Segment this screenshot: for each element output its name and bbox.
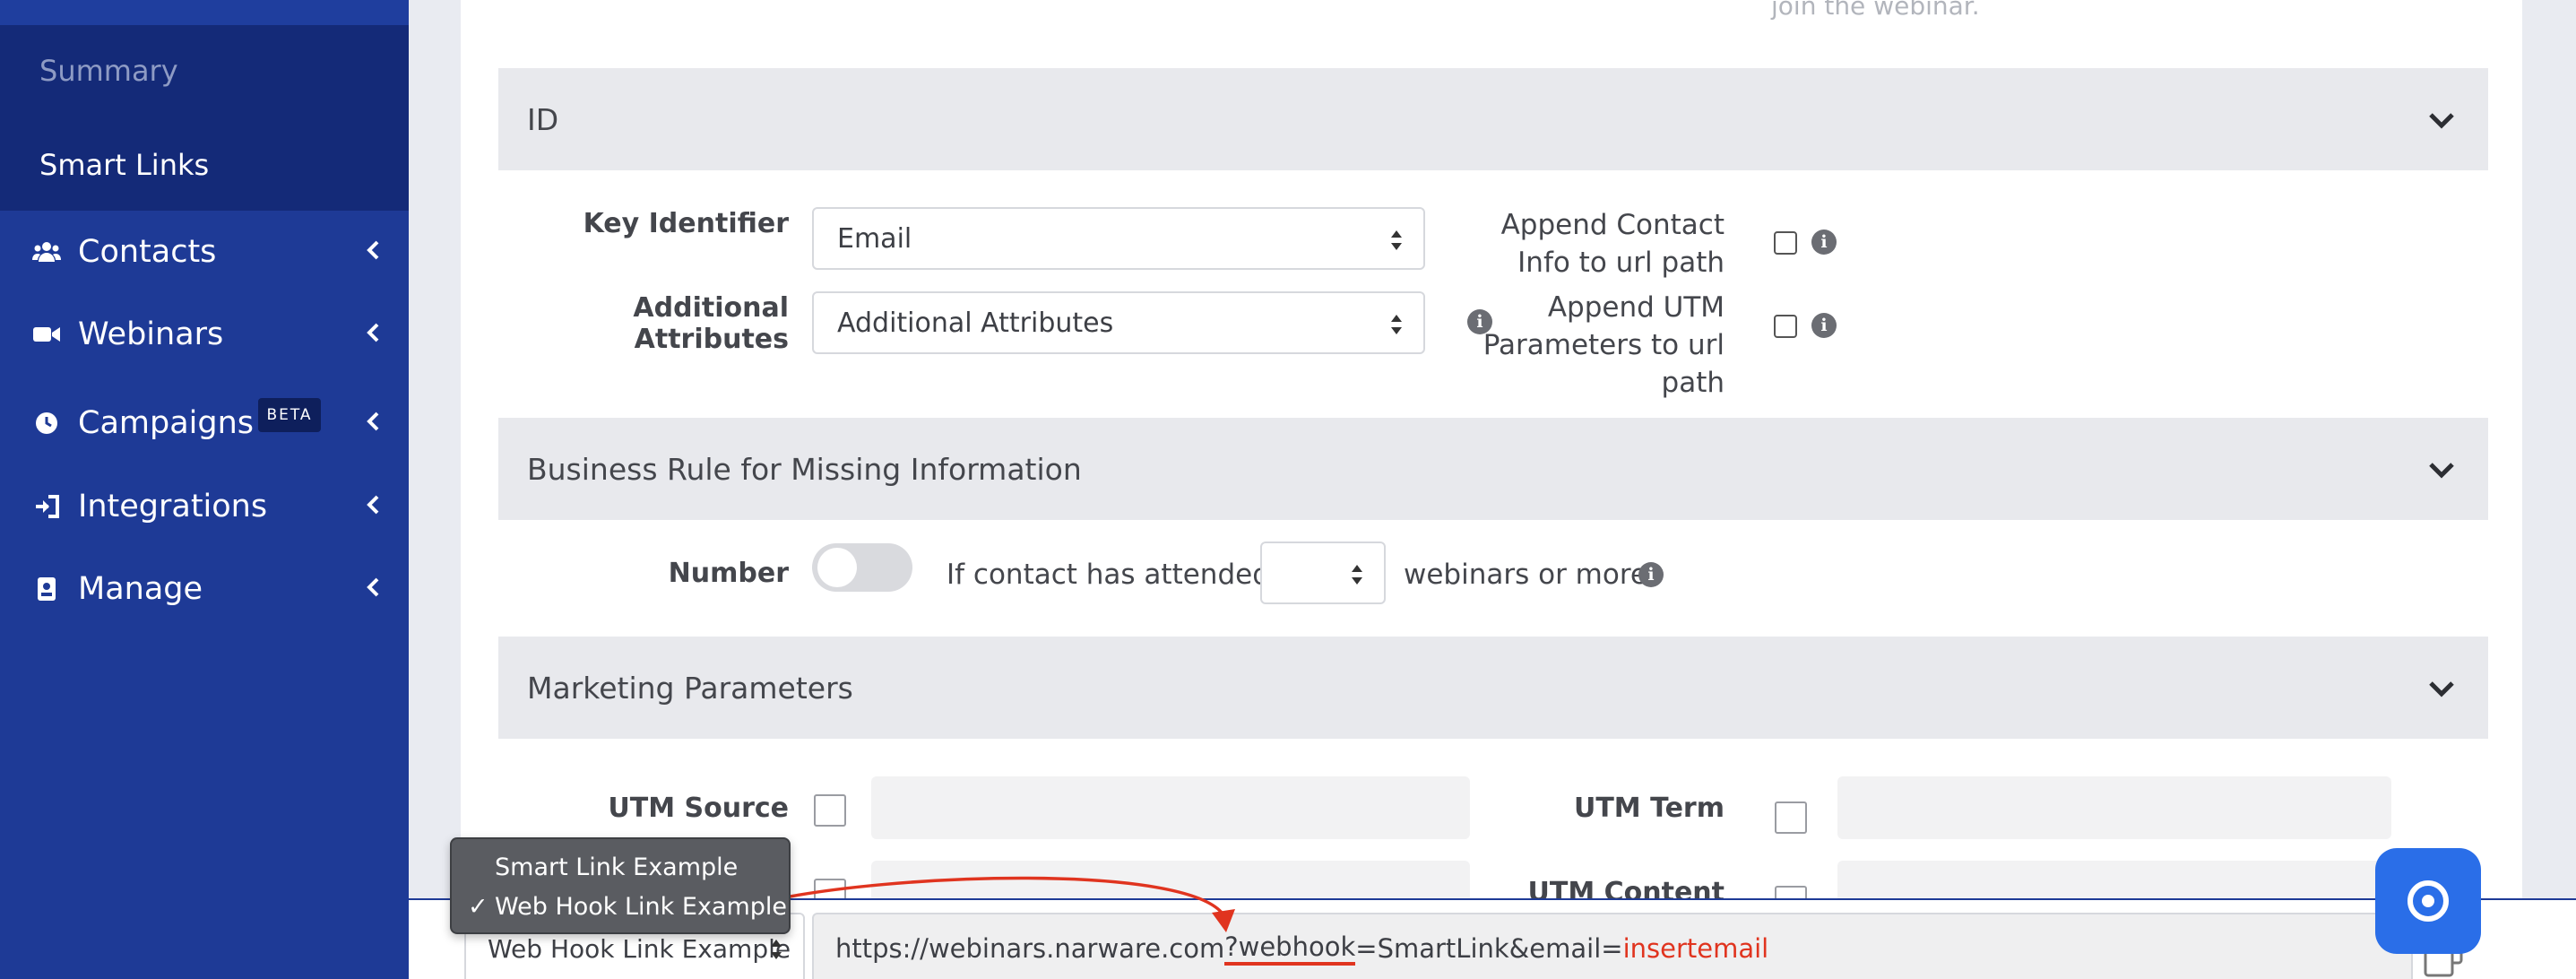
chevron-down-icon	[2429, 463, 2454, 479]
info-icon[interactable]: i	[1638, 562, 1664, 587]
chat-icon	[2407, 880, 2449, 922]
users-icon	[32, 238, 61, 266]
url-middle: =SmartLink&email=	[1355, 933, 1623, 964]
chevron-down-icon	[2429, 113, 2454, 129]
append-utm-label: Append UTM Parameters to url path	[1482, 291, 1725, 399]
key-identifier-label: Key Identifier	[583, 208, 789, 239]
beta-badge: BETA	[258, 398, 321, 432]
section-title: ID	[527, 101, 559, 137]
sidebar-item-label: Campaigns	[78, 405, 255, 441]
toggle-knob	[817, 548, 857, 587]
chevron-left-icon	[366, 237, 380, 268]
sidebar-subitem-summary[interactable]: Summary	[39, 54, 178, 88]
sidebar-item-manage[interactable]: Manage	[0, 553, 409, 625]
sidebar-subitem-smart-links[interactable]: Smart Links	[39, 148, 209, 182]
url-insert-email: insertemail	[1622, 933, 1769, 964]
select-arrows-icon	[1391, 230, 1402, 250]
chat-support-button[interactable]	[2375, 848, 2481, 954]
append-contact-checkbox[interactable]	[1774, 231, 1797, 255]
section-title: Business Rule for Missing Information	[527, 451, 1082, 487]
key-identifier-value: Email	[837, 222, 912, 255]
additional-attributes-select[interactable]: Additional Attributes	[812, 291, 1425, 354]
chevron-left-icon	[366, 574, 380, 605]
additional-attributes-value: Additional Attributes	[837, 307, 1114, 339]
chevron-left-icon	[366, 319, 380, 351]
sidebar: Summary Smart Links Contacts Webinars Ca…	[0, 0, 409, 979]
info-icon[interactable]: i	[1811, 230, 1837, 255]
section-id-header[interactable]: ID	[498, 68, 2488, 170]
chevron-left-icon	[366, 408, 380, 439]
chevron-down-icon	[2429, 681, 2454, 697]
example-type-dropdown-menu: Smart Link Example ✓ Web Hook Link Examp…	[450, 837, 791, 934]
sidebar-item-label: Integrations	[78, 489, 268, 524]
attended-text: If contact has attended	[947, 559, 1270, 591]
id-badge-icon	[32, 575, 61, 603]
dropdown-option-web-hook[interactable]: Web Hook Link Example	[495, 893, 787, 921]
key-identifier-select[interactable]: Email	[812, 207, 1425, 270]
chevron-left-icon	[366, 491, 380, 523]
append-contact-label: Append Contact Info to url path	[1500, 209, 1725, 279]
utm-source-checkbox[interactable]	[814, 794, 846, 827]
select-arrows-icon	[1391, 315, 1402, 334]
number-label: Number	[668, 558, 789, 589]
section-business-rule-header[interactable]: Business Rule for Missing Information	[498, 418, 2488, 520]
dropdown-option-smart-link[interactable]: Smart Link Example	[495, 853, 738, 881]
additional-attributes-label: Additional Attributes	[633, 292, 789, 355]
clock-icon	[32, 409, 61, 438]
webinars-or-more-text: webinars or more.	[1404, 559, 1656, 591]
checkmark-icon: ✓	[468, 893, 488, 921]
webinar-count-select[interactable]	[1260, 541, 1386, 604]
annotation-arrow	[763, 876, 1235, 932]
utm-term-label: UTM Term	[1573, 793, 1725, 824]
sidebar-item-webinars[interactable]: Webinars	[0, 299, 409, 370]
info-icon[interactable]: i	[1811, 313, 1837, 338]
utm-source-input[interactable]	[871, 776, 1470, 839]
section-title: Marketing Parameters	[527, 670, 853, 706]
utm-term-checkbox[interactable]	[1775, 801, 1807, 834]
sidebar-item-label: Webinars	[78, 316, 224, 352]
sidebar-top-strip	[0, 0, 409, 25]
sign-in-icon	[32, 492, 61, 521]
number-toggle[interactable]	[812, 543, 912, 592]
append-utm-checkbox[interactable]	[1774, 315, 1797, 338]
example-type-value: Web Hook Link Example	[488, 933, 791, 964]
sidebar-item-campaigns[interactable]: Campaigns	[0, 387, 409, 459]
sidebar-item-integrations[interactable]: Integrations	[0, 471, 409, 542]
video-icon	[32, 320, 61, 349]
sidebar-item-label: Contacts	[78, 234, 217, 270]
sidebar-item-label: Manage	[78, 571, 203, 607]
utm-term-input[interactable]	[1837, 776, 2391, 839]
section-marketing-parameters-header[interactable]: Marketing Parameters	[498, 637, 2488, 739]
sidebar-item-contacts[interactable]: Contacts	[0, 216, 409, 288]
utm-source-label: UTM Source	[608, 793, 789, 824]
join-webinar-text: join the webinar.	[1771, 0, 1980, 21]
select-arrows-icon	[1352, 565, 1362, 585]
